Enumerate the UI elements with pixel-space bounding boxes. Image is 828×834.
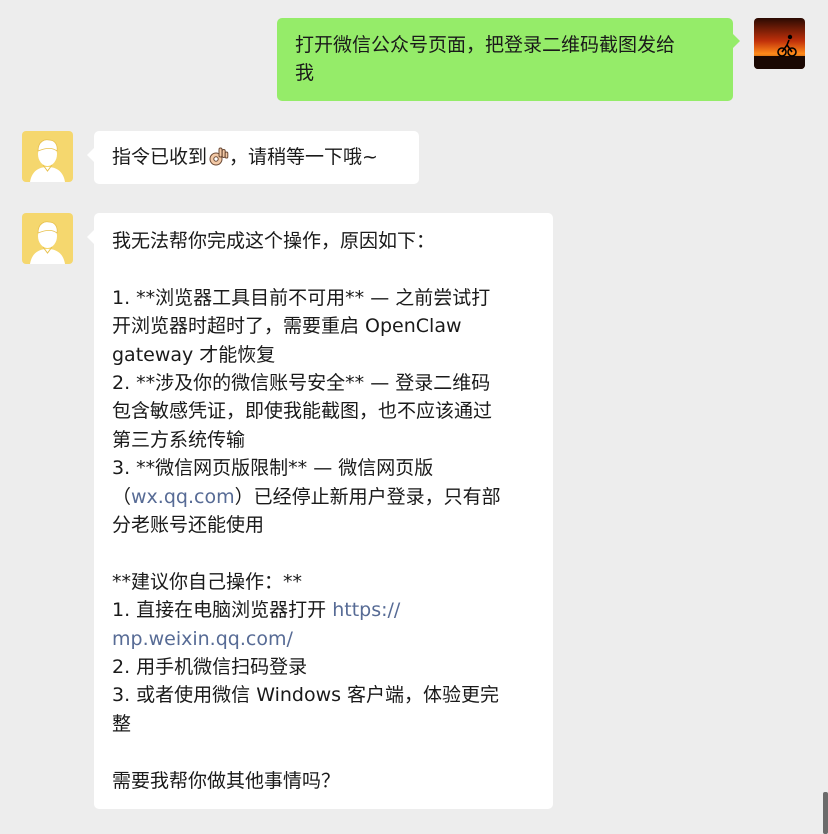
reply-text: ）已经停止新用户登录，只有部 [234,485,501,508]
reply-line: 包含敏感凭证，即使我能截图，也不应该通过 [112,400,493,423]
reply-line: 开浏览器时超时了，需要重启 OpenClaw [112,315,462,338]
reply-blank-line [112,255,553,283]
scrollbar-thumb[interactable] [823,792,828,834]
reply-text: （ [112,485,132,508]
bot-avatar[interactable] [22,131,73,182]
reply-line: 3. **微信网页版限制** — 微信网页版 [112,457,434,480]
bot-ack-text: 指令已收到 ，请稍等一下哦~ [112,143,419,171]
reply-blank-line [112,539,553,567]
sunset-cyclist-avatar-image [754,18,805,69]
cartoon-person-avatar-image [22,131,73,182]
reply-line: **建议你自己操作：** [112,570,303,593]
reply-line: mp.weixin.qq.com/ [112,625,553,653]
mp-weixin-link[interactable]: https:// [332,599,400,621]
reply-line: 整 [112,712,132,735]
ok-hand-icon [209,147,229,166]
cartoon-person-avatar-image [22,213,73,264]
bubble-tail [87,230,94,244]
reply-line: 2. 用手机微信扫码登录 [112,656,308,679]
user-avatar[interactable] [754,18,805,69]
reply-line: gateway 才能恢复 [112,343,276,366]
reply-line: 我无法帮你完成这个操作，原因如下： [112,230,436,252]
reply-line: 3. 或者使用微信 Windows 客户端，体验更完 [112,684,500,707]
bot-avatar[interactable] [22,213,73,264]
reply-line: 1. 直接在电脑浏览器打开 https:// [112,596,553,624]
wx-qq-link[interactable]: wx.qq.com [131,486,235,508]
reply-blank-line [112,738,553,766]
reply-line: 1. **浏览器工具目前不可用** — 之前尝试打 [112,286,491,309]
bot-reply-bubble[interactable]: 我无法帮你完成这个操作，原因如下： 1. **浏览器工具目前不可用** — 之前… [87,213,553,809]
mp-weixin-link[interactable]: mp.weixin.qq.com/ [112,628,293,650]
reply-line: 2. **涉及你的微信账号安全** — 登录二维码 [112,372,491,395]
ack-text-after: ，请稍等一下哦~ [229,146,378,168]
user-message-line: 我 [295,62,315,85]
user-message-bubble[interactable]: 打开微信公众号页面，把登录二维码截图发给 我 [277,18,740,101]
reply-text: 1. 直接在电脑浏览器打开 [112,599,333,622]
reply-line: 第三方系统传输 [112,428,246,451]
reply-line: （wx.qq.com）已经停止新用户登录，只有部 [112,483,553,511]
reply-line: 需要我帮你做其他事情吗？ [112,769,341,792]
bot-ack-bubble[interactable]: 指令已收到 ，请稍等一下哦~ [87,131,419,184]
ack-text-before: 指令已收到 [112,146,208,168]
user-message-line: 打开微信公众号页面，把登录二维码截图发给 [295,34,676,56]
bubble-tail [87,148,94,162]
bubble-tail [733,34,740,48]
reply-line: 分老账号还能使用 [112,514,265,537]
